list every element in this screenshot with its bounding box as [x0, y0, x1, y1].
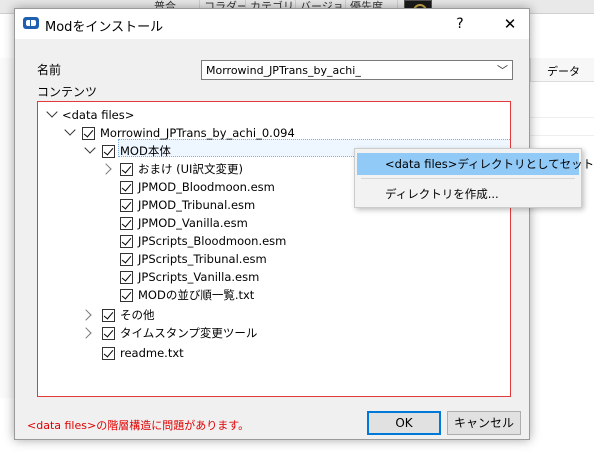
expand-arrow-icon[interactable] — [64, 124, 76, 136]
tree-item[interactable]: Morrowind_JPTrans_by_achi_0.094 — [38, 124, 508, 142]
checkbox-checked-icon[interactable] — [120, 217, 133, 230]
tree-item-label: おまけ (UI訳文変更) — [138, 162, 243, 176]
tree-item-label: JPScripts_Tribunal.esm — [138, 252, 267, 266]
tree-item-label: JPScripts_Bloodmoon.esm — [138, 234, 287, 248]
contents-label: コンテンツ — [37, 85, 98, 99]
tree-item[interactable]: JPScripts_Bloodmoon.esm — [38, 232, 508, 250]
bg-row[interactable] — [530, 100, 594, 118]
context-menu: <data files>ディレクトリとしてセット ディレクトリを作成... — [354, 148, 594, 208]
checkbox-checked-icon[interactable] — [102, 347, 115, 360]
tree-item[interactable]: <data files> — [38, 106, 508, 124]
collapsed-arrow-icon[interactable] — [80, 309, 92, 321]
tree-item-label: Morrowind_JPTrans_by_achi_0.094 — [100, 126, 295, 140]
contents-tree[interactable]: <data files> Morrowind_JPTrans_by_achi_0… — [37, 101, 511, 397]
collapsed-arrow-icon[interactable] — [100, 163, 112, 175]
tree-item-label: その他 — [120, 308, 155, 322]
menu-item-create-directory[interactable]: ディレクトリを作成... — [357, 183, 579, 205]
mo-app-icon — [23, 17, 39, 29]
cancel-button[interactable]: キャンセル — [447, 411, 521, 435]
menu-separator — [361, 178, 575, 179]
checkbox-checked-icon[interactable] — [120, 235, 133, 248]
tree-item[interactable]: タイムスタンプ変更ツール — [38, 324, 508, 342]
tree-item[interactable]: JPMOD_Vanilla.esm — [38, 214, 508, 232]
checkbox-checked-icon[interactable] — [120, 253, 133, 266]
error-message: <data files>の階層構造に問題があります。 — [27, 419, 250, 432]
dialog-titlebar[interactable]: Modをインストール ? ✕ — [15, 9, 529, 39]
tree-item-label: JPMOD_Bloodmoon.esm — [138, 180, 275, 194]
bg-header-data-label: データ — [547, 65, 580, 78]
tree-item[interactable]: readme.txt — [38, 344, 508, 362]
tree-item[interactable]: MODの並び順一覧.txt — [38, 286, 508, 304]
tree-item-label: タイムスタンプ変更ツール — [120, 326, 258, 340]
checkbox-checked-icon[interactable] — [102, 309, 115, 322]
checkbox-checked-icon[interactable] — [82, 127, 95, 140]
checkbox-checked-icon[interactable] — [120, 289, 133, 302]
tree-item-label: MODの並び順一覧.txt — [138, 288, 255, 302]
expand-arrow-icon[interactable] — [46, 106, 58, 118]
help-button[interactable]: ? — [445, 13, 475, 35]
install-mod-dialog: Modをインストール ? ✕ 名前 Morrowind_JPTrans_by_a… — [14, 8, 530, 440]
collapsed-arrow-icon[interactable] — [80, 327, 92, 339]
checkbox-checked-icon[interactable] — [120, 163, 133, 176]
bg-header-data[interactable]: データ — [530, 58, 594, 82]
tree-item-label: JPMOD_Tribunal.esm — [138, 198, 256, 212]
dialog-title: Modをインストール — [45, 20, 164, 35]
bg-row[interactable] — [530, 118, 594, 136]
chevron-down-icon[interactable]: ﹀ — [497, 62, 508, 78]
tree-item-label: JPScripts_Vanilla.esm — [138, 270, 260, 284]
checkbox-checked-icon[interactable] — [120, 181, 133, 194]
tree-item[interactable]: JPScripts_Tribunal.esm — [38, 250, 508, 268]
tree-item-label: JPMOD_Vanilla.esm — [138, 216, 248, 230]
close-button[interactable]: ✕ — [495, 13, 525, 35]
checkbox-checked-icon[interactable] — [120, 199, 133, 212]
name-label: 名前 — [37, 63, 62, 77]
tree-item-label: <data files> — [62, 108, 135, 122]
checkbox-checked-icon[interactable] — [102, 327, 115, 340]
expand-arrow-icon[interactable] — [84, 142, 96, 154]
name-combobox-value: Morrowind_JPTrans_by_achi_ — [206, 64, 361, 77]
checkbox-checked-icon[interactable] — [102, 145, 115, 158]
checkbox-checked-icon[interactable] — [120, 271, 133, 284]
tree-item[interactable]: その他 — [38, 306, 508, 324]
tree-item-label: readme.txt — [120, 346, 184, 360]
tree-item-label: MOD本体 — [120, 144, 171, 158]
ok-button[interactable]: OK — [367, 411, 441, 435]
name-combobox[interactable]: Morrowind_JPTrans_by_achi_ ﹀ — [201, 60, 513, 80]
tree-item[interactable]: JPScripts_Vanilla.esm — [38, 268, 508, 286]
menu-item-set-data-directory[interactable]: <data files>ディレクトリとしてセット — [357, 153, 594, 175]
